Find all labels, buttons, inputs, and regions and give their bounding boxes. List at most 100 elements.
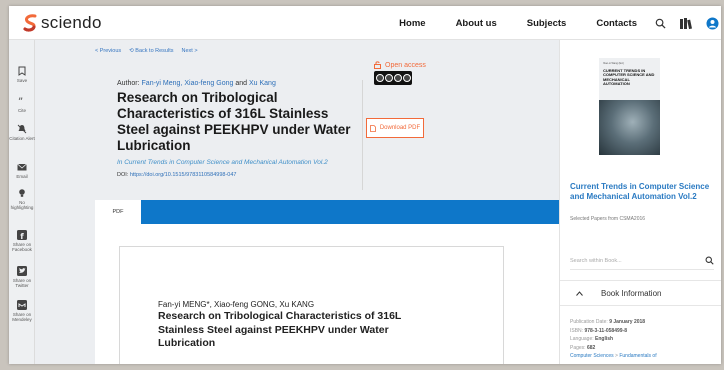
book-cover[interactable]: Xiao-Li Wang (Ed.) CURRENT TRENDS IN COM…	[599, 58, 660, 155]
subject-separator: >	[615, 353, 618, 359]
browser-page: sciendo Home About us Subjects Contacts …	[9, 6, 721, 364]
library-icon[interactable]	[679, 16, 693, 30]
meta-value: 682	[586, 344, 596, 351]
doi-label: DOI:	[117, 172, 129, 178]
meta-subjects: Computer Sciences > Fundamentals of	[570, 352, 657, 361]
share-facebook-label: Share on Facebook	[12, 242, 32, 252]
mendeley-icon	[17, 300, 27, 310]
cover-title: CURRENT TRENDS IN COMPUTER SCIENCE AND M…	[603, 67, 655, 87]
book-information-label: Book Information	[601, 288, 662, 298]
twitter-icon	[17, 266, 27, 276]
nav-contacts[interactable]: Contacts	[596, 18, 637, 29]
chevron-up-icon	[576, 290, 583, 296]
header-divider	[362, 80, 363, 190]
article-main: < Previous ⟲ Back to Results Next > Auth…	[35, 40, 559, 364]
cover-header: Xiao-Li Wang (Ed.) CURRENT TRENDS IN COM…	[599, 58, 660, 100]
book-search[interactable]: Search within Book...	[570, 252, 714, 270]
meta-value: 978-3-11-058499-8	[584, 327, 627, 334]
download-pdf-button[interactable]: Download PDF	[366, 118, 424, 138]
previous-link[interactable]: < Previous	[95, 48, 121, 54]
sciendo-logo-mark-icon	[23, 14, 37, 32]
save-action[interactable]: Save	[9, 66, 35, 83]
svg-text:”: ”	[18, 97, 23, 106]
meta-label: Pages:	[570, 344, 586, 351]
sciendo-logo[interactable]: sciendo	[23, 13, 102, 33]
bulb-icon	[19, 189, 25, 197]
pdf-file-icon	[369, 124, 376, 132]
nav-about-us[interactable]: About us	[456, 18, 497, 29]
bookmark-icon	[18, 66, 26, 76]
book-information-toggle[interactable]: Book Information	[560, 280, 721, 306]
highlighting-label: No highlighting	[10, 200, 34, 210]
article-pagination: < Previous ⟲ Back to Results Next >	[95, 48, 198, 54]
unlock-icon	[374, 61, 381, 69]
nav-home[interactable]: Home	[399, 18, 425, 29]
user-icon[interactable]	[705, 16, 719, 30]
bell-off-icon	[17, 124, 27, 134]
open-access-badge: Open access	[374, 61, 426, 69]
top-navbar: sciendo Home About us Subjects Contacts	[9, 6, 721, 40]
cover-editor: Xiao-Li Wang (Ed.)	[603, 62, 625, 65]
pdf-authors: Fan-yi MENG*, Xiao-feng GONG, Xu KANG	[158, 300, 315, 309]
author-link[interactable]: Fan-yi Meng,	[142, 80, 183, 87]
download-pdf-label: Download PDF	[379, 125, 421, 131]
meta-publication-date: Publication Date: 9 January 2018	[570, 318, 657, 327]
book-search-input[interactable]: Search within Book...	[570, 258, 622, 264]
pdf-viewer[interactable]: Fan-yi MENG*, Xiao-feng GONG, Xu KANG Re…	[95, 224, 559, 364]
book-subtitle: Selected Papers from CSMA2016	[570, 216, 646, 222]
author-prefix: Author:	[117, 80, 140, 87]
svg-text:f: f	[20, 232, 24, 240]
cover-face-image	[599, 100, 660, 155]
doi-line: DOI: https://doi.org/10.1515/97831105849…	[117, 172, 357, 178]
cite-label: Cite	[17, 108, 26, 113]
back-to-results-link[interactable]: ⟲ Back to Results	[129, 48, 173, 54]
brand-name: sciendo	[41, 13, 102, 32]
book-link[interactable]: In Current Trends in Computer Science an…	[117, 158, 357, 167]
tab-pdf[interactable]: PDF	[95, 200, 141, 224]
meta-value: 9 January 2018	[609, 319, 646, 325]
creative-commons-icon[interactable]	[374, 71, 412, 85]
meta-isbn: ISBN: 978-3-11-058499-8	[570, 327, 657, 336]
main-nav: Home About us Subjects Contacts	[399, 6, 721, 40]
email-action[interactable]: Email	[9, 162, 35, 179]
author-and: and	[235, 80, 248, 87]
pdf-tab-bar: PDF	[95, 200, 559, 224]
share-facebook[interactable]: f Share on Facebook	[9, 230, 35, 252]
action-sidebar: Save ” Cite Citation Alert Email No high…	[9, 40, 35, 364]
meta-label: Publication Date:	[570, 319, 608, 325]
back-to-results-label: Back to Results	[135, 48, 174, 54]
doi-link[interactable]: https://doi.org/10.1515/9783110584998-04…	[130, 172, 237, 178]
share-twitter[interactable]: Share on Twitter	[9, 266, 35, 288]
search-icon[interactable]	[705, 256, 714, 265]
nav-subjects[interactable]: Subjects	[527, 18, 567, 29]
article-title: Research on Tribological Characteristics…	[117, 90, 351, 153]
share-twitter-label: Share on Twitter	[12, 278, 32, 288]
meta-label: Language:	[570, 336, 594, 342]
author-line: Author: Fan-yi Meng, Xiao-feng Gong and …	[117, 80, 357, 87]
meta-pages: Pages: 682	[570, 344, 657, 353]
open-access-label: Open access	[385, 61, 426, 69]
meta-label: ISBN:	[570, 327, 584, 334]
share-mendeley-label: Share on Mendeley	[12, 312, 32, 322]
share-mendeley[interactable]: Share on Mendeley	[9, 300, 35, 322]
pdf-title: Research on Tribological Characteristics…	[158, 310, 402, 349]
meta-value: English	[595, 336, 614, 342]
next-link[interactable]: Next >	[182, 48, 198, 54]
citation-alert-label: Citation Alert	[9, 136, 35, 141]
facebook-icon: f	[17, 230, 27, 240]
author-link[interactable]: Xiao-feng Gong	[184, 80, 233, 87]
citation-alert-action[interactable]: Citation Alert	[9, 124, 35, 141]
subject-link[interactable]: Computer Sciences	[570, 353, 614, 359]
mail-icon	[17, 163, 27, 171]
author-link[interactable]: Xu Kang	[249, 80, 276, 87]
cite-action[interactable]: ” Cite	[9, 96, 35, 113]
highlighting-toggle[interactable]: No highlighting	[9, 188, 35, 210]
book-title-link[interactable]: Current Trends in Computer Science and M…	[570, 182, 714, 201]
meta-language: Language: English	[570, 335, 657, 344]
search-icon[interactable]	[653, 16, 667, 30]
book-metadata: Publication Date: 9 January 2018 ISBN: 9…	[570, 318, 657, 361]
article-header: Author: Fan-yi Meng, Xiao-feng Gong and …	[117, 80, 357, 178]
book-panel: Xiao-Li Wang (Ed.) CURRENT TRENDS IN COM…	[559, 40, 721, 364]
subject-link[interactable]: Fundamentals of	[619, 353, 656, 359]
email-label: Email	[16, 174, 28, 179]
